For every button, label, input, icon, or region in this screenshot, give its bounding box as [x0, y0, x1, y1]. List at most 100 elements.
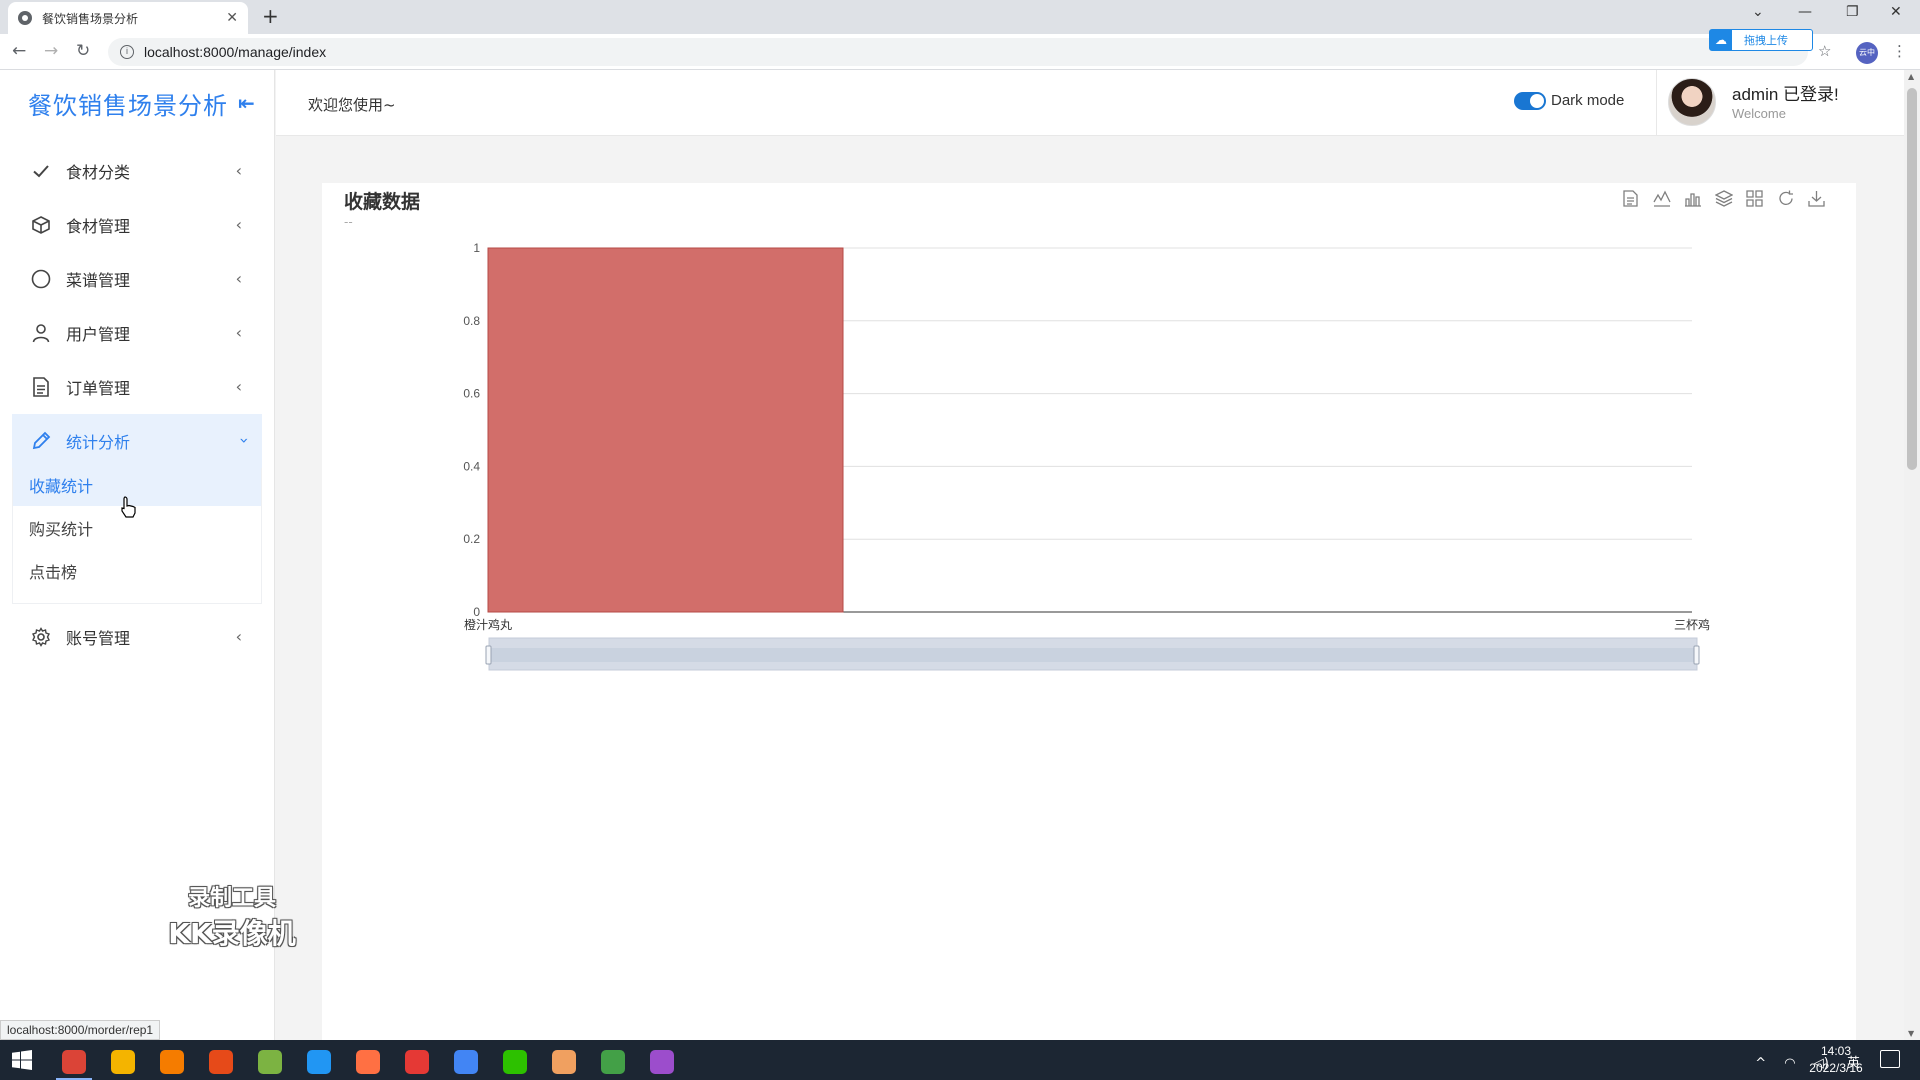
- y-tick-label: 0.2: [463, 532, 480, 546]
- datazoom-handle: [485, 645, 492, 665]
- avatar-icon: [552, 1050, 576, 1074]
- bar-chart: 0 0.2 0.4 0.6 0.8 1 橙汁鸡丸 三杯鸡: [463, 241, 1710, 671]
- gear-app[interactable]: [640, 1044, 684, 1080]
- tray-network-icon[interactable]: ◠: [1784, 1056, 1795, 1071]
- avatar[interactable]: [1668, 78, 1716, 126]
- recorder-watermark: 录制工具 KK录像机: [162, 880, 302, 952]
- sidebar-item-order-manage[interactable]: 订单管理 ‹: [12, 360, 262, 414]
- url-input[interactable]: i localhost:8000/manage/index: [108, 38, 1808, 66]
- browser-menu-icon[interactable]: ⋮: [1892, 42, 1907, 60]
- collapse-sidebar-icon[interactable]: ⇤: [238, 91, 255, 115]
- submenu-item-click-ranking[interactable]: 点击榜: [13, 554, 261, 592]
- explorer-app[interactable]: [101, 1044, 145, 1080]
- statistics-submenu: 收藏统计 购买统计 点击榜: [12, 468, 262, 604]
- browser-tab[interactable]: 餐饮销售场景分析 ✕: [8, 2, 248, 34]
- upload-badge[interactable]: ☁ 拖拽上传: [1709, 29, 1813, 51]
- windows-start-icon[interactable]: [12, 1050, 32, 1070]
- slides-app[interactable]: [199, 1044, 243, 1080]
- y-tick-label: 0.4: [463, 459, 480, 473]
- wps-app[interactable]: [395, 1044, 439, 1080]
- chart-bar: [487, 247, 844, 613]
- data-view-icon[interactable]: [1621, 189, 1640, 208]
- link-status-url: localhost:8000/morder/rep1: [0, 1020, 161, 1040]
- document-icon: [30, 376, 52, 398]
- sidebar-item-ingredient-category[interactable]: 食材分类 ‹: [12, 144, 262, 198]
- magnifier-app[interactable]: [297, 1044, 341, 1080]
- chevron-left-icon: ‹: [235, 627, 242, 646]
- sidebar-item-ingredient-manage[interactable]: 食材管理 ‹: [12, 198, 262, 252]
- watermark-line2: KK录像机: [168, 917, 296, 950]
- tab-search-icon[interactable]: ⌄: [1752, 4, 1764, 20]
- site-info-icon[interactable]: i: [120, 45, 134, 59]
- forward-icon[interactable]: →: [44, 42, 58, 60]
- sidebar-item-account-manage[interactable]: 账号管理 ‹: [12, 610, 262, 664]
- save-image-icon[interactable]: [1807, 189, 1826, 208]
- search-app[interactable]: [150, 1044, 194, 1080]
- y-tick-label: 0.8: [463, 314, 480, 328]
- line-chart-icon[interactable]: [1652, 189, 1671, 208]
- scroll-up-icon[interactable]: ▲: [1908, 72, 1914, 81]
- sidebar-item-label: 食材分类: [66, 163, 131, 182]
- chevron-left-icon: ‹: [235, 377, 242, 396]
- game-app[interactable]: [346, 1044, 390, 1080]
- page-scrollbar[interactable]: ▲ ▼: [1904, 70, 1920, 1040]
- user-icon: [30, 322, 52, 344]
- profile-avatar[interactable]: 云中: [1856, 42, 1878, 64]
- scrollbar-thumb[interactable]: [1907, 88, 1917, 470]
- brand-title: 餐饮销售场景分析: [28, 91, 228, 120]
- explorer-icon: [111, 1050, 135, 1074]
- back-icon[interactable]: ←: [12, 42, 26, 60]
- site-favicon-icon: [18, 11, 32, 25]
- close-window-icon[interactable]: ✕: [1890, 4, 1902, 20]
- minimize-icon[interactable]: —: [1798, 4, 1812, 20]
- brand: 餐饮销售场景分析 ⇤: [0, 70, 274, 136]
- avatar-app[interactable]: [542, 1044, 586, 1080]
- sidebar-item-statistics[interactable]: 统计分析 ‹: [12, 414, 262, 468]
- magnifier-icon: [307, 1050, 331, 1074]
- sidebar-item-user-manage[interactable]: 用户管理 ‹: [12, 306, 262, 360]
- tiled-icon[interactable]: [1745, 189, 1764, 208]
- chevron-left-icon: ‹: [235, 215, 242, 234]
- sidebar-item-label: 账号管理: [66, 629, 131, 648]
- baidu-app[interactable]: [444, 1044, 488, 1080]
- reload-icon[interactable]: ↻: [76, 42, 90, 60]
- tab-title: 餐饮销售场景分析: [42, 11, 139, 26]
- y-tick-label: 0.6: [463, 387, 480, 401]
- restore-icon[interactable]: [1776, 189, 1795, 208]
- search-icon: [160, 1050, 184, 1074]
- bar-chart-icon[interactable]: [1683, 189, 1702, 208]
- tab-close-icon[interactable]: ✕: [226, 10, 238, 26]
- baidu-icon: [454, 1050, 478, 1074]
- taskbar-clock[interactable]: 14:03 2022/3/16: [1796, 1043, 1876, 1077]
- new-tab-icon[interactable]: +: [262, 6, 279, 26]
- upload-label: 拖拽上传: [1744, 34, 1788, 47]
- top-bar: 欢迎您使用~ Dark mode admin 已登录! Welcome: [276, 70, 1904, 136]
- notification-icon[interactable]: [1880, 1050, 1900, 1068]
- notepad-app[interactable]: [591, 1044, 635, 1080]
- dark-mode-toggle[interactable]: [1514, 92, 1546, 110]
- maximize-icon[interactable]: ❐: [1846, 4, 1859, 20]
- wechat-icon: [503, 1050, 527, 1074]
- leaf-app[interactable]: [248, 1044, 292, 1080]
- sidebar-item-recipe-manage[interactable]: 菜谱管理 ‹: [12, 252, 262, 306]
- datazoom-handle: [1693, 645, 1700, 665]
- bookmark-star-icon[interactable]: ☆: [1818, 42, 1831, 60]
- check-icon: [30, 160, 52, 182]
- chrome-app[interactable]: [52, 1044, 96, 1080]
- hand-cursor-icon: [121, 496, 136, 518]
- chevron-down-icon: ‹: [233, 437, 253, 444]
- game-icon: [356, 1050, 380, 1074]
- stack-icon[interactable]: [1714, 189, 1733, 208]
- watermark-line1: 录制工具: [187, 886, 276, 911]
- windows-taskbar: ^ ◠ ◁) 英 14:03 2022/3/16: [0, 1040, 1920, 1080]
- clock-time: 14:03: [1820, 1044, 1852, 1058]
- pencil-icon: [30, 430, 52, 452]
- tray-chevron-icon[interactable]: ^: [1755, 1056, 1766, 1071]
- chart-toolbox: [1621, 189, 1826, 208]
- scroll-down-icon[interactable]: ▼: [1908, 1029, 1914, 1038]
- gear-icon: [650, 1050, 674, 1074]
- chrome-icon: [62, 1050, 86, 1074]
- browser-tabstrip: 餐饮销售场景分析 ✕ + ⌄ — ❐ ✕: [0, 0, 1920, 34]
- wechat-app[interactable]: [493, 1044, 537, 1080]
- gear-icon: [30, 626, 52, 648]
